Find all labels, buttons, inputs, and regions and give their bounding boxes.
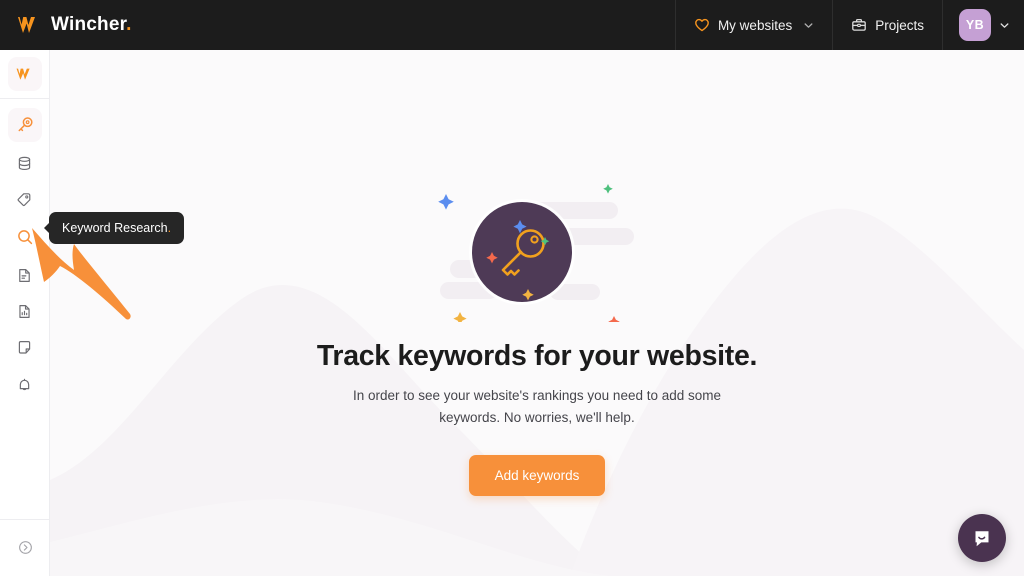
bell-icon (16, 377, 33, 394)
search-icon (16, 228, 34, 246)
sidebar-footer (0, 519, 50, 576)
sidebar-item-notes[interactable] (8, 330, 42, 364)
chevron-down-icon (803, 20, 814, 31)
sidebar-item-keywords[interactable] (7, 108, 42, 142)
briefcase-icon (851, 17, 867, 33)
nav-projects-label: Projects (875, 17, 924, 33)
intercom-chat-launcher[interactable] (958, 514, 1006, 562)
sidebar-logo-slot (0, 50, 49, 92)
brand-name: Wincher. (51, 14, 132, 35)
sidebar-item-notifications[interactable] (8, 368, 42, 402)
tooltip-keyword-research: Keyword Research. (49, 212, 185, 244)
main-content: Track keywords for your website. In orde… (50, 50, 1024, 576)
notes-icon (16, 339, 33, 356)
keywords-icon (16, 116, 34, 134)
wincher-logo-icon (16, 12, 42, 38)
nav-projects[interactable]: Projects (832, 0, 942, 50)
database-icon (16, 155, 33, 172)
nav-my-websites-label: My websites (717, 17, 793, 33)
sidebar-item-tags[interactable] (8, 182, 42, 216)
empty-state: Track keywords for your website. In orde… (50, 50, 1024, 576)
top-bar: Wincher. My websites Projects YB (0, 0, 1024, 50)
analytics-file-icon (16, 303, 33, 320)
brand-logo[interactable]: Wincher. (0, 12, 132, 38)
sidebar-item-keyword-research[interactable] (8, 220, 42, 254)
tags-icon (16, 191, 33, 208)
heart-icon (694, 17, 710, 33)
tooltip-label: Keyword Research (62, 221, 168, 235)
add-keywords-button[interactable]: Add keywords (468, 454, 606, 496)
key-in-circle-illustration (422, 172, 652, 328)
chat-smile-icon (970, 526, 994, 550)
report-icon (16, 267, 33, 284)
wincher-logo-icon (15, 64, 35, 84)
top-navigation: My websites Projects YB (674, 0, 1024, 50)
sidebar-nav (0, 105, 49, 405)
sidebar-divider (0, 98, 49, 99)
nav-my-websites[interactable]: My websites (674, 0, 832, 50)
empty-state-description: In order to see your website's rankings … (352, 388, 722, 425)
page-title: Track keywords for your website. (316, 340, 758, 372)
sidebar (0, 50, 50, 576)
chevron-down-icon (999, 20, 1010, 31)
expand-sidebar-button[interactable] (8, 530, 42, 564)
expand-sidebar-icon (17, 539, 34, 556)
sidebar-item-home[interactable] (7, 57, 42, 91)
avatar: YB (959, 9, 991, 41)
account-menu[interactable]: YB (942, 0, 1024, 50)
sidebar-item-reports[interactable] (8, 258, 42, 292)
sidebar-item-analytics[interactable] (8, 294, 42, 328)
sidebar-item-database[interactable] (8, 146, 42, 180)
